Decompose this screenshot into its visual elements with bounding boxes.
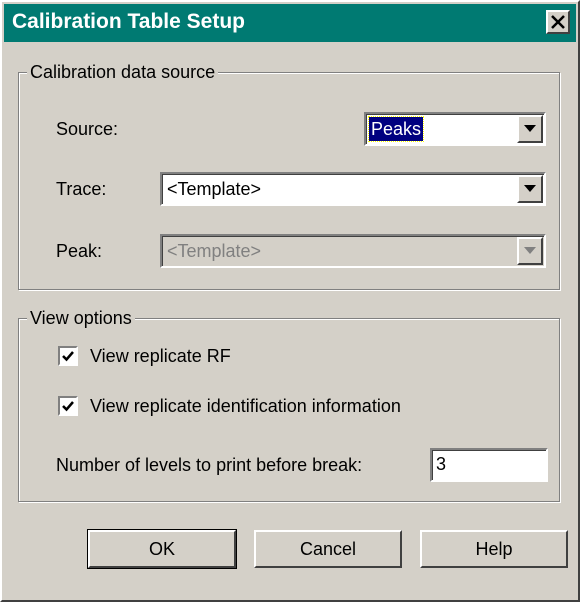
peak-label: Peak: [56, 241, 103, 261]
levels-input[interactable]: 3 [430, 448, 548, 482]
levels-label: Number of levels to print before break: [56, 455, 363, 475]
replicate-rf-label[interactable]: View replicate RF [90, 345, 231, 367]
data-source-legend: Calibration data source [27, 62, 219, 82]
ok-button[interactable]: OK [87, 529, 237, 569]
replicate-id-label[interactable]: View replicate identification informatio… [90, 395, 401, 417]
close-button[interactable] [546, 10, 570, 34]
trace-dropdown[interactable]: <Template> [160, 172, 546, 206]
close-x-icon [551, 15, 565, 29]
replicate-id-checkbox[interactable] [58, 396, 78, 416]
help-button[interactable]: Help [420, 530, 568, 568]
trace-dropdown-value: <Template> [167, 179, 262, 199]
view-options-legend: View options [27, 308, 135, 328]
title-bar[interactable]: Calibration Table Setup [4, 4, 576, 42]
source-label: Source: [56, 119, 119, 139]
chevron-down-icon [524, 125, 536, 132]
checkmark-icon [62, 401, 74, 412]
chevron-down-icon [524, 185, 536, 192]
source-dropdown-value: Peaks [367, 116, 425, 142]
peak-dropdown-button [517, 237, 543, 265]
source-dropdown[interactable]: Peaks [364, 112, 546, 146]
trace-dropdown-button[interactable] [517, 175, 543, 203]
source-dropdown-button[interactable] [517, 115, 543, 143]
dialog-window: Calibration Table Setup Calibration data… [0, 0, 580, 602]
peak-dropdown: <Template> [160, 234, 546, 268]
checkmark-icon [62, 351, 74, 362]
cancel-button[interactable]: Cancel [254, 530, 402, 568]
chevron-down-icon [524, 247, 536, 254]
peak-dropdown-value: <Template> [167, 241, 262, 261]
dialog-title: Calibration Table Setup [12, 10, 245, 33]
trace-label: Trace: [56, 179, 107, 199]
replicate-rf-checkbox[interactable] [58, 346, 78, 366]
